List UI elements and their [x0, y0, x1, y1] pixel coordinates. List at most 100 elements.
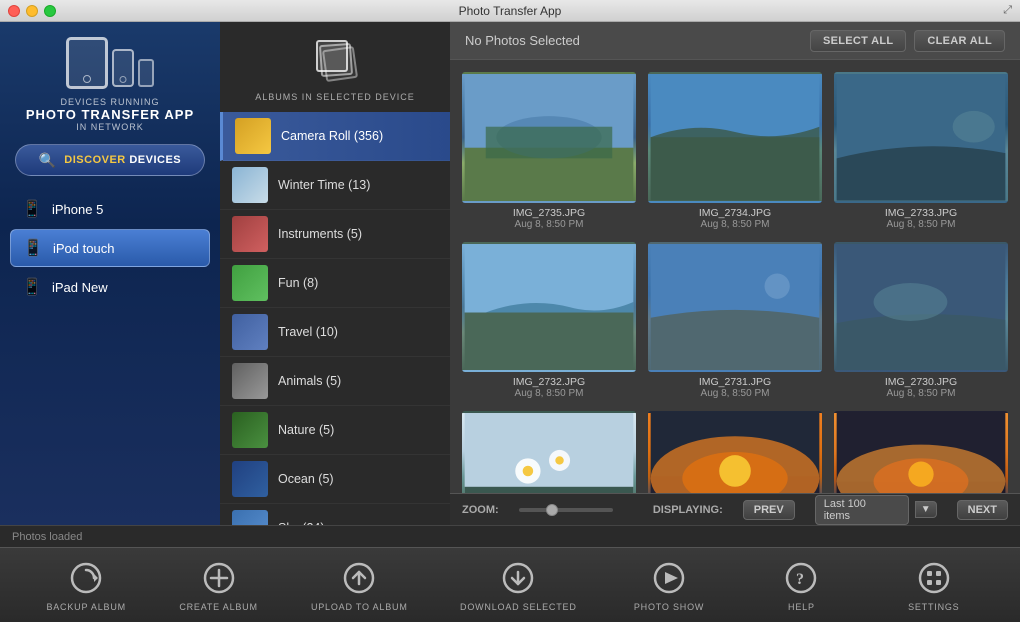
photo-svg	[464, 244, 634, 371]
album-item-ocean[interactable]: Ocean (5)	[220, 455, 450, 504]
close-button[interactable]	[8, 5, 20, 17]
zoom-label: ZOOM:	[462, 504, 499, 516]
photo-svg	[836, 413, 1006, 493]
photo-thumbnail	[462, 242, 636, 373]
backup-label: BACKUP ALBUM	[46, 602, 125, 612]
maximize-button[interactable]	[44, 5, 56, 17]
status-text: Photos loaded	[12, 531, 82, 543]
photo-thumbnail	[648, 72, 822, 203]
device-name: iPhone 5	[52, 202, 103, 217]
status-bar: Photos loaded	[0, 525, 1020, 547]
album-thumb	[232, 363, 268, 399]
ipod-icon: 📱	[23, 238, 43, 258]
photo-item-2732[interactable]: IMG_2732.JPG Aug 8, 8:50 PM	[462, 242, 636, 400]
album-panel-header: ALBUMS IN SELECTED DEVICE	[220, 22, 450, 112]
photo-thumbnail	[648, 242, 822, 373]
toolbar-item-download[interactable]: DOWNLOAD SELECTED	[460, 559, 577, 612]
photo-item-2728[interactable]: IMG_2728.JPG Aug 8, 8:50 PM	[648, 411, 822, 493]
devices-icon-group	[66, 37, 154, 89]
photo-date: Aug 8, 8:50 PM	[515, 388, 584, 399]
album-item-winter-time[interactable]: Winter Time (13)	[220, 161, 450, 210]
device-item-ipadnew[interactable]: 📱 iPad New	[10, 269, 210, 305]
photo-svg	[464, 413, 634, 493]
backup-icon	[67, 559, 105, 597]
next-button[interactable]: NEXT	[957, 500, 1008, 520]
sidebar: DEVICES RUNNING PHOTO TRANSFER APP IN NE…	[0, 22, 220, 525]
tablet-icon	[66, 37, 108, 89]
toolbar-item-upload[interactable]: UPLOAD TO ALBUM	[311, 559, 408, 612]
photo-thumbnail	[462, 411, 636, 493]
album-item-animals[interactable]: Animals (5)	[220, 357, 450, 406]
album-scroll[interactable]: Camera Roll (356) Winter Time (13) Instr…	[220, 112, 450, 525]
device-name: iPad New	[52, 280, 108, 295]
photo-item-2730[interactable]: IMG_2730.JPG Aug 8, 8:50 PM	[834, 242, 1008, 400]
clear-all-button[interactable]: CLEAR ALL	[914, 30, 1005, 52]
album-name: Instruments (5)	[278, 227, 362, 241]
photo-name: IMG_2730.JPG	[885, 376, 957, 388]
selection-status: No Photos Selected	[465, 33, 580, 48]
photoshow-label: PHOTO SHOW	[634, 602, 704, 612]
svg-text:?: ?	[796, 571, 804, 588]
photo-item-2734[interactable]: IMG_2734.JPG Aug 8, 8:50 PM	[648, 72, 822, 230]
photo-name: IMG_2731.JPG	[699, 376, 771, 388]
toolbar-item-settings[interactable]: SETTINGS	[894, 559, 974, 612]
photo-svg	[650, 74, 820, 201]
in-network-label: IN NETWORK	[26, 122, 194, 132]
header-buttons: SELECT ALL CLEAR ALL	[810, 30, 1005, 52]
backup-svg	[68, 560, 104, 596]
discover-devices-button[interactable]: 🔍 DISCOVER DEVICES	[15, 144, 205, 176]
toolbar-item-create[interactable]: CREATE ALBUM	[179, 559, 259, 612]
select-all-button[interactable]: SELECT ALL	[810, 30, 906, 52]
photo-svg	[836, 74, 1006, 201]
album-item-instruments[interactable]: Instruments (5)	[220, 210, 450, 259]
toolbar-item-help[interactable]: ? HELP	[761, 559, 841, 612]
album-name: Winter Time (13)	[278, 178, 370, 192]
traffic-lights	[8, 5, 56, 17]
photo-item-2733[interactable]: IMG_2733.JPG Aug 8, 8:50 PM	[834, 72, 1008, 230]
toolbar-item-photoshow[interactable]: PHOTO SHOW	[629, 559, 709, 612]
album-item-nature[interactable]: Nature (5)	[220, 406, 450, 455]
album-item-sky[interactable]: Sky (24)	[220, 504, 450, 525]
display-select-wrapper[interactable]: Last 100 items ▼	[815, 495, 937, 525]
device-name: iPod touch	[53, 241, 114, 256]
album-name: Camera Roll (356)	[281, 129, 383, 143]
main-container: DEVICES RUNNING PHOTO TRANSFER APP IN NE…	[0, 22, 1020, 525]
photo-name: IMG_2732.JPG	[513, 376, 585, 388]
prev-button[interactable]: PREV	[743, 500, 795, 520]
album-name: Travel (10)	[278, 325, 338, 339]
photo-item-2727[interactable]: IMG_2727.JPG Aug 8, 8:50 PM	[834, 411, 1008, 493]
photo-item-2731[interactable]: IMG_2731.JPG Aug 8, 8:50 PM	[648, 242, 822, 400]
photo-thumbnail	[834, 72, 1008, 203]
album-item-fun[interactable]: Fun (8)	[220, 259, 450, 308]
zoom-thumb[interactable]	[546, 504, 558, 516]
display-select[interactable]: Last 100 items	[815, 495, 909, 525]
photo-thumbnail	[462, 72, 636, 203]
device-item-ipodtouch[interactable]: 📱 iPod touch	[10, 229, 210, 267]
phone-icon	[112, 49, 134, 87]
album-thumb	[232, 265, 268, 301]
photo-date: Aug 8, 8:50 PM	[887, 219, 956, 230]
toolbar-item-backup[interactable]: BACKUP ALBUM	[46, 559, 126, 612]
album-stack-icon	[310, 34, 360, 84]
album-item-travel[interactable]: Travel (10)	[220, 308, 450, 357]
ipad-icon: 📱	[22, 277, 42, 297]
album-thumb	[232, 510, 268, 525]
photo-name: IMG_2734.JPG	[699, 207, 771, 219]
select-arrow-icon[interactable]: ▼	[915, 501, 937, 518]
photo-svg	[650, 413, 820, 493]
create-label: CREATE ALBUM	[179, 602, 257, 612]
zoom-slider[interactable]	[519, 508, 613, 512]
minimize-button[interactable]	[26, 5, 38, 17]
photo-svg	[464, 74, 634, 201]
download-label: DOWNLOAD SELECTED	[460, 602, 577, 612]
album-name: Animals (5)	[278, 374, 341, 388]
album-name: Nature (5)	[278, 423, 334, 437]
album-item-camera-roll[interactable]: Camera Roll (356)	[220, 112, 450, 161]
discover-bold: DISCOVER	[64, 154, 125, 166]
photo-item-2729[interactable]: IMG_2729.JPG Aug 8, 8:50 PM	[462, 411, 636, 493]
device-item-iphone5[interactable]: 📱 iPhone 5	[10, 191, 210, 227]
photo-item-2735[interactable]: IMG_2735.JPG Aug 8, 8:50 PM	[462, 72, 636, 230]
phone-icon: 📱	[22, 199, 42, 219]
help-label: HELP	[788, 602, 815, 612]
help-icon: ?	[782, 559, 820, 597]
